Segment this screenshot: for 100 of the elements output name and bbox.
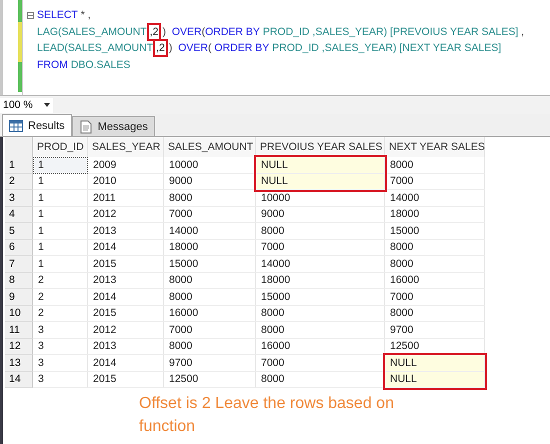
code-token: FROM (37, 58, 68, 71)
code-token: PROD_ID ,SALES_YEAR) [NEXT YEAR SALES] (271, 42, 502, 54)
row-number[interactable]: 7 (5, 256, 33, 272)
code-token: LAG(SALES_AMOUNT (37, 26, 147, 38)
table-cell: 8000 (164, 190, 256, 206)
table-cell: 1 (33, 256, 88, 272)
column-header[interactable]: PREVOIUS YEAR SALES (256, 137, 385, 157)
table-cell: 9700 (385, 322, 485, 338)
table-cell: 7000 (385, 289, 485, 306)
table-cell: 8000 (164, 272, 256, 289)
table-cell: NULL (385, 372, 485, 388)
document-icon (78, 120, 93, 134)
code-token: , (520, 26, 524, 38)
table-cell: 7000 (164, 206, 256, 223)
code-token: ,2 (150, 26, 158, 38)
table-cell: 2013 (88, 223, 164, 240)
row-number[interactable]: 10 (5, 306, 33, 322)
table-cell: 15000 (385, 223, 485, 240)
table-cell: 1 (33, 240, 88, 256)
row-number[interactable]: 14 (5, 372, 33, 388)
table-cell: 1 (33, 190, 88, 206)
row-number[interactable]: 4 (5, 206, 33, 223)
row-number[interactable]: 9 (5, 289, 33, 306)
table-cell: 14000 (164, 223, 256, 240)
code-token: ) (162, 26, 167, 38)
table-cell: 1 (33, 157, 88, 174)
table-cell: 8000 (164, 338, 256, 355)
table-cell: 3 (33, 322, 88, 338)
table-cell: 2010 (88, 174, 164, 190)
column-header[interactable]: SALES_YEAR (88, 137, 164, 157)
collapse-icon[interactable] (27, 12, 34, 19)
table-cell: 2014 (88, 240, 164, 256)
table-cell: 7000 (385, 174, 485, 190)
table-cell: 16000 (385, 272, 485, 289)
table-cell: 3 (33, 355, 88, 372)
results-tab[interactable]: Results (2, 114, 72, 136)
table-cell: 8000 (385, 256, 485, 272)
grid-icon (9, 120, 23, 132)
table-cell: 8000 (385, 306, 485, 322)
caret-icon (44, 103, 50, 107)
table-cell: 18000 (385, 206, 485, 223)
annotation-text: Offset is 2 Leave the rows based on function (139, 394, 395, 438)
table-cell: 2015 (88, 256, 164, 272)
table-cell: 2 (33, 272, 88, 289)
table-cell: 8000 (256, 322, 385, 338)
code-token: ( (208, 42, 212, 54)
table-cell: 2 (33, 306, 88, 322)
table-cell: 16000 (164, 306, 256, 322)
zoom-dropdown[interactable]: 100 % (0, 98, 53, 112)
row-number[interactable]: 8 (5, 272, 33, 289)
table-cell: 2014 (88, 289, 164, 306)
table-cell: 10000 (256, 190, 385, 206)
code-token: DBO.SALES (70, 58, 130, 71)
table-cell: 2014 (88, 355, 164, 372)
column-header[interactable]: PROD_ID (33, 137, 88, 157)
code-token: SELECT (37, 9, 78, 22)
row-number[interactable]: 12 (5, 338, 33, 355)
code-token: OVER (172, 26, 202, 38)
table-cell: NULL (256, 157, 385, 174)
row-number[interactable]: 5 (5, 223, 33, 240)
row-number[interactable]: 1 (5, 157, 33, 174)
column-header[interactable]: NEXT YEAR SALES (385, 137, 485, 157)
table-cell: 7000 (164, 322, 256, 338)
table-cell: 8000 (256, 306, 385, 322)
table-cell: 2015 (88, 372, 164, 388)
table-cell: NULL (256, 174, 385, 190)
row-number[interactable]: 11 (5, 322, 33, 338)
code-token: LEAD(SALES_AMOUNT (37, 42, 154, 54)
code-token: ORDER BY (214, 42, 270, 54)
table-cell: 8000 (256, 223, 385, 240)
table-cell: 9000 (256, 206, 385, 223)
table-cell: 1 (33, 223, 88, 240)
table-cell: 3 (33, 372, 88, 388)
code-token: ORDER BY (205, 26, 260, 38)
table-cell: 9700 (164, 355, 256, 372)
table-cell: 3 (33, 338, 88, 355)
table-cell: 2011 (88, 190, 164, 206)
code-token: * , (80, 9, 91, 22)
code-token: ) (168, 42, 174, 54)
row-number[interactable]: 13 (5, 355, 33, 372)
table-cell: NULL (385, 355, 485, 372)
table-cell: 2012 (88, 206, 164, 223)
table-cell: 15000 (256, 289, 385, 306)
results-tab[interactable]: Messages (72, 116, 155, 136)
table-cell: 2012 (88, 322, 164, 338)
table-cell: 8000 (385, 240, 485, 256)
row-number[interactable]: 3 (5, 190, 33, 206)
column-header[interactable]: SALES_AMOUNT (164, 137, 256, 157)
code-token: PROD_ID ,SALES_YEAR) [PREVOIUS YEAR SALES] (262, 26, 518, 38)
row-number[interactable]: 2 (5, 174, 33, 190)
code-token: OVER (178, 42, 208, 54)
row-number[interactable]: 6 (5, 240, 33, 256)
table-cell: 15000 (164, 256, 256, 272)
code-token: ,2 (156, 42, 165, 54)
table-cell: 2 (33, 289, 88, 306)
table-cell: 7000 (256, 240, 385, 256)
table-cell: 16000 (256, 338, 385, 355)
table-cell: 14000 (256, 256, 385, 272)
table-cell: 1 (33, 206, 88, 223)
table-cell: 2013 (88, 338, 164, 355)
